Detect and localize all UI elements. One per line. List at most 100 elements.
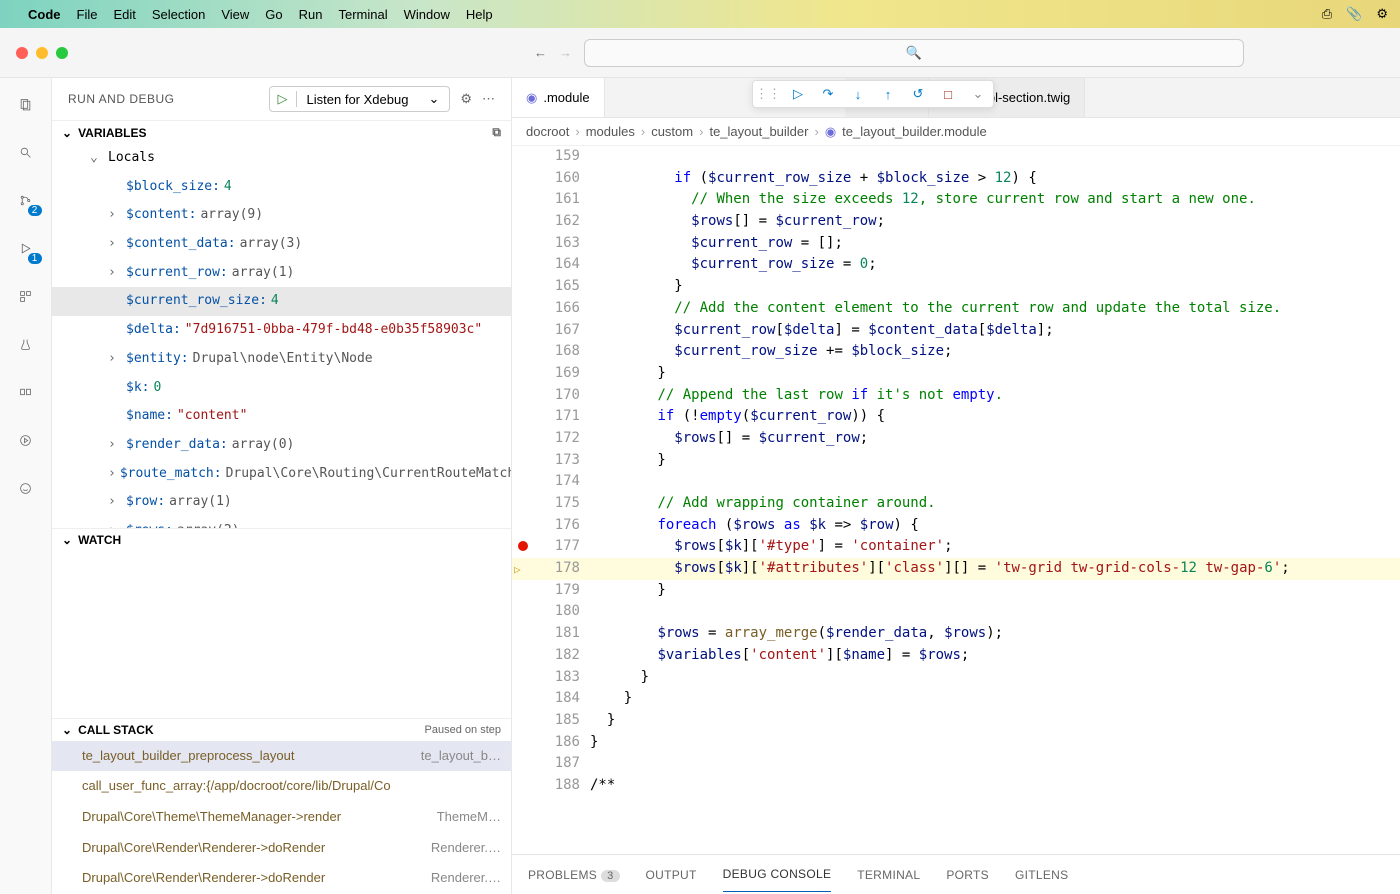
- code-line[interactable]: 184 }: [512, 688, 1400, 710]
- minimize-button[interactable]: [36, 47, 48, 59]
- menu-selection[interactable]: Selection: [152, 7, 205, 22]
- code-line[interactable]: 176 foreach ($rows as $k => $row) {: [512, 515, 1400, 537]
- code-line[interactable]: 181 $rows = array_merge($render_data, $r…: [512, 623, 1400, 645]
- tab-terminal[interactable]: TERMINAL: [857, 858, 920, 892]
- code-line[interactable]: 179 }: [512, 580, 1400, 602]
- stop-icon[interactable]: □: [939, 85, 957, 103]
- tab-gitlens[interactable]: GITLENS: [1015, 858, 1068, 892]
- code-line[interactable]: 166 // Add the content element to the cu…: [512, 298, 1400, 320]
- code-line[interactable]: 188/**: [512, 775, 1400, 797]
- code-line[interactable]: 185 }: [512, 710, 1400, 732]
- code-line[interactable]: 173 }: [512, 450, 1400, 472]
- tab-ports[interactable]: PORTS: [946, 858, 989, 892]
- close-button[interactable]: [16, 47, 28, 59]
- code-line[interactable]: 165 }: [512, 276, 1400, 298]
- debug-toolbar[interactable]: ⋮⋮ ▷ ↷ ↓ ↑ ↺ □ ⌄: [752, 80, 994, 108]
- tab-output[interactable]: OUTPUT: [646, 858, 697, 892]
- ext-icon-2[interactable]: [12, 474, 40, 502]
- command-center[interactable]: 🔍: [584, 39, 1244, 67]
- code-line[interactable]: 175 // Add wrapping container around.: [512, 493, 1400, 515]
- code-line[interactable]: 186}: [512, 732, 1400, 754]
- debug-config-selector[interactable]: ▷ Listen for Xdebug⌄: [269, 86, 451, 112]
- step-over-icon[interactable]: ↷: [819, 85, 837, 103]
- copy-icon[interactable]: ⧉: [492, 125, 501, 140]
- search-icon[interactable]: [12, 138, 40, 166]
- variable-row[interactable]: $name "content": [52, 402, 511, 431]
- code-line[interactable]: 161 // When the size exceeds 12, store c…: [512, 189, 1400, 211]
- code-line[interactable]: ▷178 $rows[$k]['#attributes']['class'][]…: [512, 558, 1400, 580]
- start-debug-icon[interactable]: ▷: [270, 91, 297, 107]
- menu-run[interactable]: Run: [299, 7, 323, 22]
- menu-go[interactable]: Go: [265, 7, 282, 22]
- variable-row[interactable]: $delta "7d916751-0bba-479f-bd48-e0b35f58…: [52, 316, 511, 345]
- stack-frame[interactable]: Drupal\Core\Render\Renderer->doRenderRen…: [52, 863, 511, 894]
- code-line[interactable]: 162 $rows[] = $current_row;: [512, 211, 1400, 233]
- nav-forward-icon[interactable]: →: [559, 45, 572, 60]
- extensions-icon[interactable]: [12, 282, 40, 310]
- menubar-icon-2[interactable]: 📎: [1346, 6, 1362, 22]
- explorer-icon[interactable]: [12, 90, 40, 118]
- code-line[interactable]: 187: [512, 753, 1400, 775]
- maximize-button[interactable]: [56, 47, 68, 59]
- stack-frame[interactable]: Drupal\Core\Render\Renderer->doRenderRen…: [52, 833, 511, 864]
- stack-frame[interactable]: call_user_func_array:{/app/docroot/core/…: [52, 771, 511, 802]
- code-line[interactable]: 163 $current_row = [];: [512, 233, 1400, 255]
- variable-row[interactable]: ›$rows array(2): [52, 517, 511, 529]
- testing-icon[interactable]: [12, 330, 40, 358]
- variable-row[interactable]: ›$current_row array(1): [52, 259, 511, 288]
- tab-module[interactable]: ◉ .module: [512, 78, 605, 117]
- code-line[interactable]: 182 $variables['content'][$name] = $rows…: [512, 645, 1400, 667]
- variable-row[interactable]: ›$entity Drupal\node\Entity\Node: [52, 345, 511, 374]
- code-line[interactable]: 160 if ($current_row_size + $block_size …: [512, 168, 1400, 190]
- app-name[interactable]: Code: [28, 7, 61, 22]
- menu-terminal[interactable]: Terminal: [339, 7, 388, 22]
- code-line[interactable]: 177 $rows[$k]['#type'] = 'container';: [512, 536, 1400, 558]
- variables-section-header[interactable]: ⌄ VARIABLES ⧉: [52, 121, 511, 144]
- code-line[interactable]: 180: [512, 601, 1400, 623]
- variable-row[interactable]: $block_size 4: [52, 173, 511, 202]
- stack-frame[interactable]: Drupal\Core\Theme\ThemeManager->renderTh…: [52, 802, 511, 833]
- code-line[interactable]: 170 // Append the last row if it's not e…: [512, 385, 1400, 407]
- grip-icon[interactable]: ⋮⋮: [759, 85, 777, 103]
- watch-section-header[interactable]: ⌄ WATCH: [52, 529, 511, 551]
- code-editor[interactable]: 159160 if ($current_row_size + $block_si…: [512, 146, 1400, 854]
- scm-icon[interactable]: 2: [12, 186, 40, 214]
- menu-help[interactable]: Help: [466, 7, 493, 22]
- code-line[interactable]: 159: [512, 146, 1400, 168]
- tab-problems[interactable]: PROBLEMS3: [528, 858, 620, 892]
- remote-icon[interactable]: [12, 378, 40, 406]
- variable-row[interactable]: ›$content_data array(3): [52, 230, 511, 259]
- code-line[interactable]: 168 $current_row_size += $block_size;: [512, 341, 1400, 363]
- nav-back-icon[interactable]: ←: [534, 45, 547, 60]
- code-line[interactable]: 172 $rows[] = $current_row;: [512, 428, 1400, 450]
- variable-row[interactable]: ›$route_match Drupal\Core\Routing\Curren…: [52, 460, 511, 489]
- menubar-icon-3[interactable]: ⚙: [1376, 6, 1388, 22]
- menu-file[interactable]: File: [77, 7, 98, 22]
- code-line[interactable]: 164 $current_row_size = 0;: [512, 254, 1400, 276]
- menu-edit[interactable]: Edit: [113, 7, 135, 22]
- callstack-section-header[interactable]: ⌄ CALL STACK Paused on step: [52, 719, 511, 741]
- code-line[interactable]: 174: [512, 471, 1400, 493]
- menu-window[interactable]: Window: [404, 7, 450, 22]
- step-into-icon[interactable]: ↓: [849, 85, 867, 103]
- variable-row[interactable]: ›$content array(9): [52, 201, 511, 230]
- variable-row[interactable]: ›$render_data array(0): [52, 431, 511, 460]
- variable-row[interactable]: $current_row_size 4: [52, 287, 511, 316]
- chevron-down-icon[interactable]: ⌄: [969, 85, 987, 103]
- breadcrumb[interactable]: docroot› modules› custom› te_layout_buil…: [512, 118, 1400, 146]
- code-line[interactable]: 169 }: [512, 363, 1400, 385]
- continue-icon[interactable]: ▷: [789, 85, 807, 103]
- menubar-icon-1[interactable]: ⎙: [1322, 6, 1332, 22]
- debug-icon[interactable]: 1: [12, 234, 40, 262]
- locals-scope[interactable]: ⌄Locals: [52, 144, 511, 173]
- step-out-icon[interactable]: ↑: [879, 85, 897, 103]
- stack-frame[interactable]: te_layout_builder_preprocess_layoutte_la…: [52, 741, 511, 772]
- restart-icon[interactable]: ↺: [909, 85, 927, 103]
- ext-icon-1[interactable]: [12, 426, 40, 454]
- code-line[interactable]: 167 $current_row[$delta] = $content_data…: [512, 320, 1400, 342]
- tab-debug-console[interactable]: DEBUG CONSOLE: [723, 857, 832, 892]
- variable-row[interactable]: ›$row array(1): [52, 488, 511, 517]
- code-line[interactable]: 171 if (!empty($current_row)) {: [512, 406, 1400, 428]
- variable-row[interactable]: $k 0: [52, 374, 511, 403]
- gear-icon[interactable]: ⚙: [460, 91, 472, 107]
